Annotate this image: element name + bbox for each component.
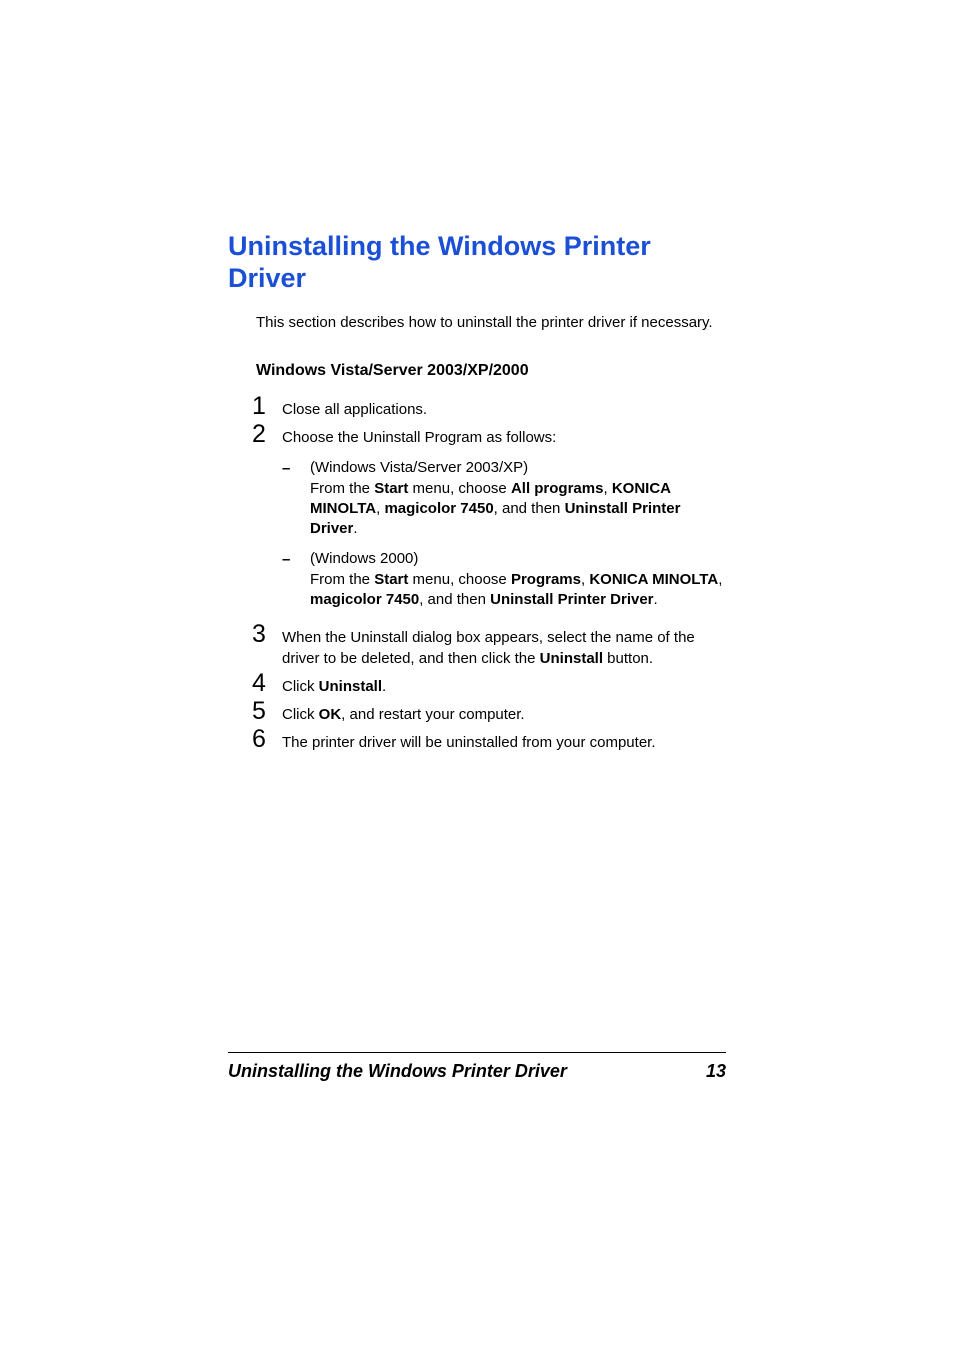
t: Click (282, 678, 319, 695)
t: , (718, 571, 722, 588)
steps-list: 1 Close all applications. 2 Choose the U… (252, 394, 726, 753)
step-5: 5 Click OK, and restart your computer. (252, 699, 726, 725)
sub-body: (Windows Vista/Server 2003/XP) From the … (310, 458, 726, 539)
footer-page-number: 13 (706, 1061, 726, 1082)
bold-start: Start (374, 480, 408, 497)
step-number: 3 (252, 622, 282, 647)
bold-uninstall: Uninstall Printer Driver (490, 591, 653, 608)
bold-ok: OK (319, 706, 342, 723)
t: , and then (419, 591, 490, 608)
step-number: 2 (252, 422, 282, 447)
step-text: Click OK, and restart your computer. (282, 699, 726, 725)
t: . (353, 520, 357, 537)
step-1: 1 Close all applications. (252, 394, 726, 420)
t: button. (603, 650, 653, 667)
step-text: Click Uninstall. (282, 671, 726, 697)
t: From the (310, 571, 374, 588)
t: menu, choose (408, 571, 511, 588)
t: menu, choose (408, 480, 511, 497)
intro-text: This section describes how to uninstall … (256, 313, 726, 333)
step-text: Close all applications. (282, 394, 726, 420)
bold-magicolor: magicolor 7450 (310, 591, 419, 608)
footer-rule (228, 1052, 726, 1053)
page-footer: Uninstalling the Windows Printer Driver … (228, 1052, 726, 1082)
sub-item-1: – (Windows Vista/Server 2003/XP) From th… (282, 458, 726, 539)
dash-icon: – (282, 458, 310, 479)
step-4: 4 Click Uninstall. (252, 671, 726, 697)
step-number: 4 (252, 671, 282, 696)
bold-programs: Programs (511, 571, 581, 588)
footer-row: Uninstalling the Windows Printer Driver … (228, 1061, 726, 1082)
step-lead: Choose the Uninstall Program as follows: (282, 429, 556, 446)
step-text: The printer driver will be uninstalled f… (282, 727, 726, 753)
sub-os: (Windows 2000) (310, 550, 418, 567)
t: , and then (494, 500, 565, 517)
bold-uninstall: Uninstall (319, 678, 382, 695)
page-title: Uninstalling the Windows Printer Driver (228, 230, 726, 295)
sub-os: (Windows Vista/Server 2003/XP) (310, 459, 528, 476)
t: From the (310, 480, 374, 497)
bold-start: Start (374, 571, 408, 588)
step-text: When the Uninstall dialog box appears, s… (282, 622, 726, 669)
sub-item-2: – (Windows 2000) From the Start menu, ch… (282, 549, 726, 610)
step-number: 1 (252, 394, 282, 419)
t: Click (282, 706, 319, 723)
step-6: 6 The printer driver will be uninstalled… (252, 727, 726, 753)
t: , (603, 480, 611, 497)
sub-list: – (Windows Vista/Server 2003/XP) From th… (282, 458, 726, 610)
step-2: 2 Choose the Uninstall Program as follow… (252, 422, 726, 620)
step-text: Choose the Uninstall Program as follows:… (282, 422, 726, 620)
sub-body: (Windows 2000) From the Start menu, choo… (310, 549, 726, 610)
footer-title: Uninstalling the Windows Printer Driver (228, 1061, 567, 1082)
t: , and restart your computer. (341, 706, 524, 723)
step-3: 3 When the Uninstall dialog box appears,… (252, 622, 726, 669)
bold-magicolor: magicolor 7450 (384, 500, 493, 517)
step-number: 6 (252, 727, 282, 752)
step-number: 5 (252, 699, 282, 724)
bold-konica: KONICA MINOLTA (589, 571, 718, 588)
t: . (382, 678, 386, 695)
bold-uninstall: Uninstall (540, 650, 603, 667)
t: . (654, 591, 658, 608)
bold-allprograms: All programs (511, 480, 604, 497)
dash-icon: – (282, 549, 310, 570)
section-subheading: Windows Vista/Server 2003/XP/2000 (256, 362, 726, 380)
document-page: Uninstalling the Windows Printer Driver … (0, 0, 954, 1350)
